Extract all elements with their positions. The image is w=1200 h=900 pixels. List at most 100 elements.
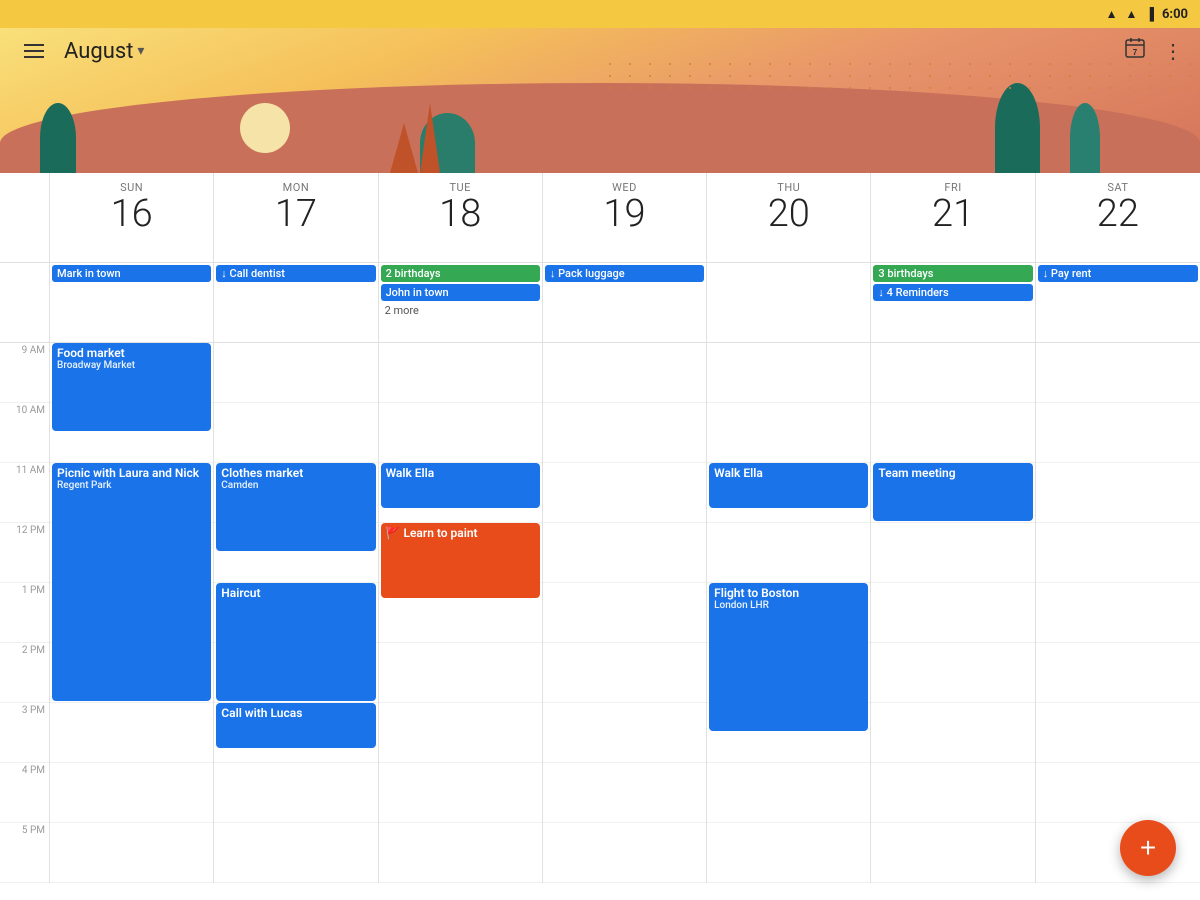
- day-col-tue: Walk Ella 🚩 Learn to paint: [379, 343, 543, 883]
- event-walk-ella-thu[interactable]: Walk Ella: [709, 463, 868, 508]
- status-time: 6:00: [1162, 7, 1188, 22]
- event-picnic[interactable]: Picnic with Laura and Nick Regent Park: [52, 463, 211, 701]
- timeslot-3pm: 3 PM: [0, 703, 49, 763]
- allday-cell-sat: ↓ Pay rent: [1036, 263, 1200, 342]
- event-3-birthdays[interactable]: 3 birthdays: [873, 265, 1032, 282]
- day-number-mon: 17: [220, 194, 371, 236]
- allday-row: Mark in town ↓ Call dentist 2 birthdays …: [0, 263, 1200, 343]
- event-4-reminders[interactable]: ↓ 4 Reminders: [873, 284, 1032, 301]
- menu-button[interactable]: [16, 40, 52, 62]
- day-col-thu: Walk Ella Flight to Boston London LHR: [707, 343, 871, 883]
- event-picnic-title: Picnic with Laura and Nick: [57, 466, 206, 480]
- header-right: 7 ⋮: [1123, 36, 1184, 66]
- day-col-wed: [543, 343, 707, 883]
- event-call-dentist[interactable]: ↓ Call dentist: [216, 265, 375, 282]
- event-food-market-title: Food market: [57, 346, 206, 360]
- timeslot-11am: 11 AM: [0, 463, 49, 523]
- event-learn-paint[interactable]: 🚩 Learn to paint: [381, 523, 540, 598]
- event-2-birthdays[interactable]: 2 birthdays: [381, 265, 540, 282]
- event-flight-boston-title: Flight to Boston: [714, 586, 863, 600]
- battery-icon: ▐: [1145, 7, 1154, 21]
- illus-cone1: [390, 123, 418, 173]
- illus-cone2: [420, 103, 440, 173]
- allday-cell-tue: 2 birthdays John in town 2 more: [379, 263, 543, 342]
- timeslot-2pm: 2 PM: [0, 643, 49, 703]
- hour-sun-3: [50, 703, 213, 763]
- allday-cell-sun: Mark in town: [50, 263, 214, 342]
- event-clothes-market[interactable]: Clothes market Camden: [216, 463, 375, 551]
- day-col-sat: [1036, 343, 1200, 883]
- timeslot-9am: 9 AM: [0, 343, 49, 403]
- timeslot-5pm: 5 PM: [0, 823, 49, 883]
- day-number-tue: 18: [385, 194, 536, 236]
- event-haircut[interactable]: Haircut: [216, 583, 375, 701]
- illus-tree1: [40, 103, 76, 173]
- more-options-button[interactable]: ⋮: [1163, 39, 1184, 64]
- allday-cell-fri: 3 birthdays ↓ 4 Reminders: [871, 263, 1035, 342]
- event-haircut-title: Haircut: [221, 586, 370, 600]
- event-call-lucas[interactable]: Call with Lucas: [216, 703, 375, 748]
- time-grid: 9 AM 10 AM 11 AM 12 PM 1 PM 2 PM 3 PM 4 …: [0, 343, 1200, 900]
- day-header-tue: Tue 18: [379, 173, 543, 262]
- timeslot-10am: 10 AM: [0, 403, 49, 463]
- hamburger-line3: [24, 56, 44, 58]
- timeslot-1pm: 1 PM: [0, 583, 49, 643]
- svg-text:7: 7: [1133, 48, 1138, 57]
- event-pack-luggage[interactable]: ↓ Pack luggage: [545, 265, 704, 282]
- event-clothes-market-sub: Camden: [221, 480, 370, 491]
- event-walk-ella-tue-title: Walk Ella: [386, 466, 535, 480]
- day-col-mon: Clothes market Camden Haircut Call with …: [214, 343, 378, 883]
- calendar-icon: 7: [1123, 36, 1147, 60]
- event-learn-paint-title: 🚩 Learn to paint: [386, 526, 535, 540]
- day-col-fri: Team meeting: [871, 343, 1035, 883]
- event-flight-boston[interactable]: Flight to Boston London LHR: [709, 583, 868, 731]
- calendar-container: Sun 16 Mon 17 Tue 18 Wed 19 Thu 20 Fri 2…: [0, 173, 1200, 900]
- event-mark-in-town[interactable]: Mark in town: [52, 265, 211, 282]
- allday-cell-thu: [707, 263, 871, 342]
- allday-cell-mon: ↓ Call dentist: [214, 263, 378, 342]
- event-john-in-town[interactable]: John in town: [381, 284, 540, 301]
- more-link-tue[interactable]: 2 more: [381, 303, 540, 318]
- event-team-meeting[interactable]: Team meeting: [873, 463, 1032, 521]
- timeslot-12pm: 12 PM: [0, 523, 49, 583]
- event-walk-ella-tue[interactable]: Walk Ella: [381, 463, 540, 508]
- day-headers: Sun 16 Mon 17 Tue 18 Wed 19 Thu 20 Fri 2…: [0, 173, 1200, 263]
- event-flight-boston-sub: London LHR: [714, 600, 863, 611]
- calendar-today-button[interactable]: 7: [1123, 36, 1147, 66]
- event-clothes-market-title: Clothes market: [221, 466, 370, 480]
- day-header-sat: Sat 22: [1036, 173, 1200, 262]
- day-header-mon: Mon 17: [214, 173, 378, 262]
- month-dropdown-icon: ▾: [137, 43, 144, 59]
- day-header-sun: Sun 16: [50, 173, 214, 262]
- hamburger-line1: [24, 44, 44, 46]
- allday-cell-wed: ↓ Pack luggage: [543, 263, 707, 342]
- day-header-wed: Wed 19: [543, 173, 707, 262]
- day-header-thu: Thu 20: [707, 173, 871, 262]
- event-team-meeting-title: Team meeting: [878, 466, 1027, 480]
- hamburger-line2: [24, 50, 44, 52]
- illus-sun: [240, 103, 290, 153]
- month-title[interactable]: August ▾: [64, 39, 144, 64]
- header-area: August ▾ 7 ⋮: [0, 28, 1200, 173]
- header-nav: August ▾ 7 ⋮: [16, 36, 1184, 66]
- day-col-sun: Food market Broadway Market Picnic with …: [50, 343, 214, 883]
- signal-icon: ▲: [1126, 7, 1138, 21]
- day-number-fri: 21: [877, 194, 1028, 236]
- event-pay-rent[interactable]: ↓ Pay rent: [1038, 265, 1198, 282]
- hour-sun-4: [50, 763, 213, 823]
- wifi-icon: ▲: [1106, 7, 1118, 21]
- day-number-wed: 19: [549, 194, 700, 236]
- allday-gutter: [0, 263, 50, 342]
- add-event-fab[interactable]: +: [1120, 820, 1176, 876]
- hour-sun-5: [50, 823, 213, 883]
- illus-tree4: [1070, 103, 1100, 173]
- event-call-lucas-title: Call with Lucas: [221, 706, 370, 720]
- event-picnic-sub: Regent Park: [57, 480, 206, 491]
- day-number-sun: 16: [56, 194, 207, 236]
- day-header-fri: Fri 21: [871, 173, 1035, 262]
- time-gutter-header: [0, 173, 50, 262]
- timeslot-4pm: 4 PM: [0, 763, 49, 823]
- month-label: August: [64, 39, 133, 64]
- status-bar: ▲ ▲ ▐ 6:00: [0, 0, 1200, 28]
- event-food-market[interactable]: Food market Broadway Market: [52, 343, 211, 431]
